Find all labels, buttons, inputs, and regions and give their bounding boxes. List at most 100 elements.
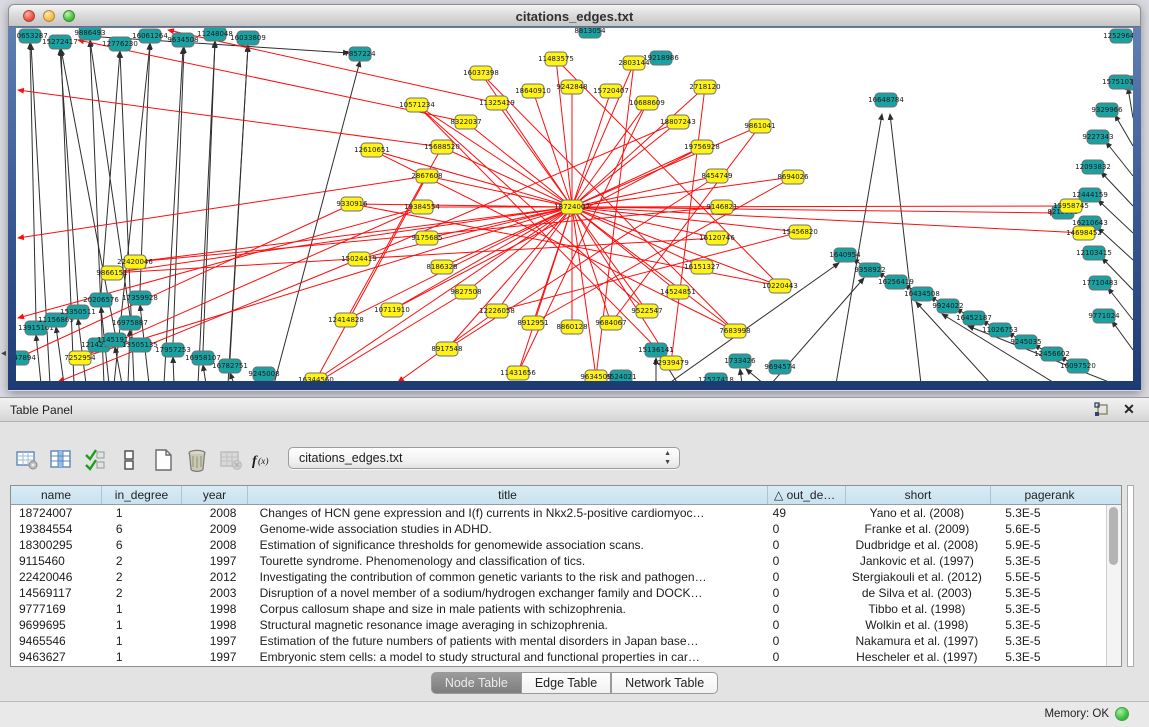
graph-edge[interactable] <box>230 45 248 359</box>
graph-edge[interactable] <box>466 122 572 207</box>
graph-node[interactable]: 9245008 <box>248 367 279 381</box>
graph-node[interactable]: 17710483 <box>1082 276 1118 290</box>
graph-node[interactable]: 8694026 <box>777 170 809 184</box>
graph-node[interactable]: 7857224 <box>344 47 376 61</box>
graph-edge[interactable] <box>447 207 572 349</box>
table-select-dropdown[interactable]: citations_edges.txt ▲▼ <box>288 447 680 469</box>
graph-node[interactable]: 15272417 <box>42 35 78 49</box>
table-row[interactable]: 1872400712008Changes of HCN gene express… <box>11 505 1106 521</box>
function-builder-button[interactable]: f (x) <box>248 445 282 475</box>
graph-edge[interactable] <box>556 59 780 286</box>
graph-node[interactable]: 9242848 <box>556 80 587 94</box>
graph-edge[interactable] <box>572 206 1071 207</box>
column-header-short[interactable]: short <box>846 486 991 504</box>
graph-node[interactable]: 9694574 <box>764 360 796 374</box>
table-row[interactable]: 2242004622012Investigating the contribut… <box>11 569 1106 585</box>
graph-node[interactable]: 16097520 <box>1060 359 1096 373</box>
graph-node[interactable]: 9634509 <box>580 370 611 381</box>
graph-edge[interactable] <box>203 41 215 351</box>
row-height-button[interactable] <box>112 445 146 475</box>
graph-edge[interactable] <box>427 176 572 207</box>
graph-edge[interactable] <box>101 51 120 293</box>
table-row[interactable]: 1938455462009Genome-wide association stu… <box>11 521 1106 537</box>
graph-edge[interactable] <box>572 103 647 207</box>
graph-node[interactable]: 13505135 <box>122 338 158 352</box>
graph-edge[interactable] <box>1098 200 1133 233</box>
citation-network-graph[interactable]: 1065328715272417988649312776230160612649… <box>16 28 1133 381</box>
table-row[interactable]: 977716911998Corpus callosum shape and si… <box>11 601 1106 617</box>
graph-node[interactable]: 9684067 <box>595 316 626 330</box>
graph-node[interactable]: 12414828 <box>328 313 364 327</box>
graph-node[interactable]: 9861041 <box>744 119 775 133</box>
graph-edge[interactable] <box>572 207 1056 213</box>
graph-node[interactable]: 12093832 <box>1075 160 1111 174</box>
graph-node[interactable]: 16648784 <box>868 93 904 107</box>
table-row[interactable]: 946362711997Embryonic stem cells: a mode… <box>11 649 1106 665</box>
graph-edge[interactable] <box>18 90 442 147</box>
graph-node[interactable]: 15720407 <box>593 84 629 98</box>
memory-indicator[interactable]: Memory: OK <box>1044 707 1129 721</box>
graph-edge[interactable] <box>518 207 572 373</box>
graph-node[interactable]: 8454749 <box>701 169 732 183</box>
graph-node[interactable]: 18640910 <box>515 84 551 98</box>
graph-node[interactable]: 14698452 <box>1066 226 1102 240</box>
graph-edge[interactable] <box>173 357 174 381</box>
graph-edge[interactable] <box>1128 88 1133 118</box>
graph-edge[interactable] <box>203 365 206 381</box>
graph-node[interactable]: 15456820 <box>782 225 818 239</box>
panel-collapse-arrow[interactable]: ◂ <box>1 349 6 359</box>
close-panel-icon[interactable]: ✕ <box>1121 401 1137 417</box>
table-row[interactable]: 911546021997Tourette syndrome. Phenomeno… <box>11 553 1106 569</box>
graph-node[interactable]: 9924022 <box>932 299 963 313</box>
graph-edge[interactable] <box>56 327 64 381</box>
column-header-in-degree[interactable]: in_degree <box>102 486 182 504</box>
graph-edge[interactable] <box>572 126 760 207</box>
graph-node[interactable]: 9866151 <box>96 266 127 280</box>
graph-node[interactable]: 9522547 <box>631 304 662 318</box>
table-row[interactable]: 969969511998Structural magnetic resonanc… <box>11 617 1106 633</box>
graph-edge[interactable] <box>198 42 215 381</box>
graph-node[interactable]: 11483575 <box>538 52 574 66</box>
graph-node[interactable]: 9329966 <box>1091 103 1123 117</box>
graph-node[interactable]: 19756928 <box>684 140 720 154</box>
graph-edge[interactable] <box>36 335 41 381</box>
graph-node[interactable]: 1733426 <box>724 354 756 368</box>
graph-node[interactable]: 9175685 <box>411 231 442 245</box>
graph-node[interactable]: 9886493 <box>74 28 105 40</box>
network-window-titlebar[interactable]: citations_edges.txt <box>8 4 1141 27</box>
graph-node[interactable]: 11325419 <box>479 96 515 110</box>
graph-node[interactable]: 10571234 <box>399 98 435 112</box>
graph-node[interactable]: 16037398 <box>463 66 499 80</box>
graph-node[interactable]: 10711910 <box>374 303 410 317</box>
table-mode-button[interactable] <box>10 445 44 475</box>
graph-node[interactable]: 10647894 <box>16 351 36 365</box>
graph-edge[interactable] <box>572 207 596 377</box>
new-column-button[interactable] <box>146 445 180 475</box>
graph-node[interactable]: 9358922 <box>854 263 885 277</box>
graph-edge[interactable] <box>442 147 572 207</box>
graph-node[interactable]: 9245035 <box>1010 335 1041 349</box>
graph-node[interactable]: 1640954 <box>829 248 861 262</box>
show-columns-button[interactable] <box>44 445 78 475</box>
graph-edge[interactable] <box>572 207 671 363</box>
graph-node[interactable]: 8322037 <box>450 115 481 129</box>
graph-edge[interactable] <box>140 43 150 291</box>
graph-node[interactable]: 9771024 <box>1088 309 1120 323</box>
graph-node[interactable]: 9330916 <box>336 197 368 211</box>
graph-edge[interactable] <box>497 103 572 207</box>
column-header-year[interactable]: year <box>182 486 248 504</box>
graph-node[interactable]: 11431656 <box>500 366 536 380</box>
graph-node[interactable]: 15136141 <box>638 343 674 357</box>
graph-node[interactable]: 16151327 <box>684 260 720 274</box>
tab-edge-table[interactable]: Edge Table <box>522 672 610 694</box>
tab-network-table[interactable]: Network Table <box>611 672 718 694</box>
graph-node[interactable]: 12610651 <box>354 143 390 157</box>
graph-node[interactable]: 2867608 <box>411 169 442 183</box>
graph-node[interactable]: 2803144 <box>618 56 650 70</box>
graph-node[interactable]: 16782751 <box>212 359 248 373</box>
graph-edge[interactable] <box>572 207 647 311</box>
graph-node[interactable]: 8912951 <box>517 316 548 330</box>
tab-node-table[interactable]: Node Table <box>431 672 522 694</box>
graph-node[interactable]: 12103415 <box>1076 246 1112 260</box>
select-rows-button[interactable] <box>78 445 112 475</box>
